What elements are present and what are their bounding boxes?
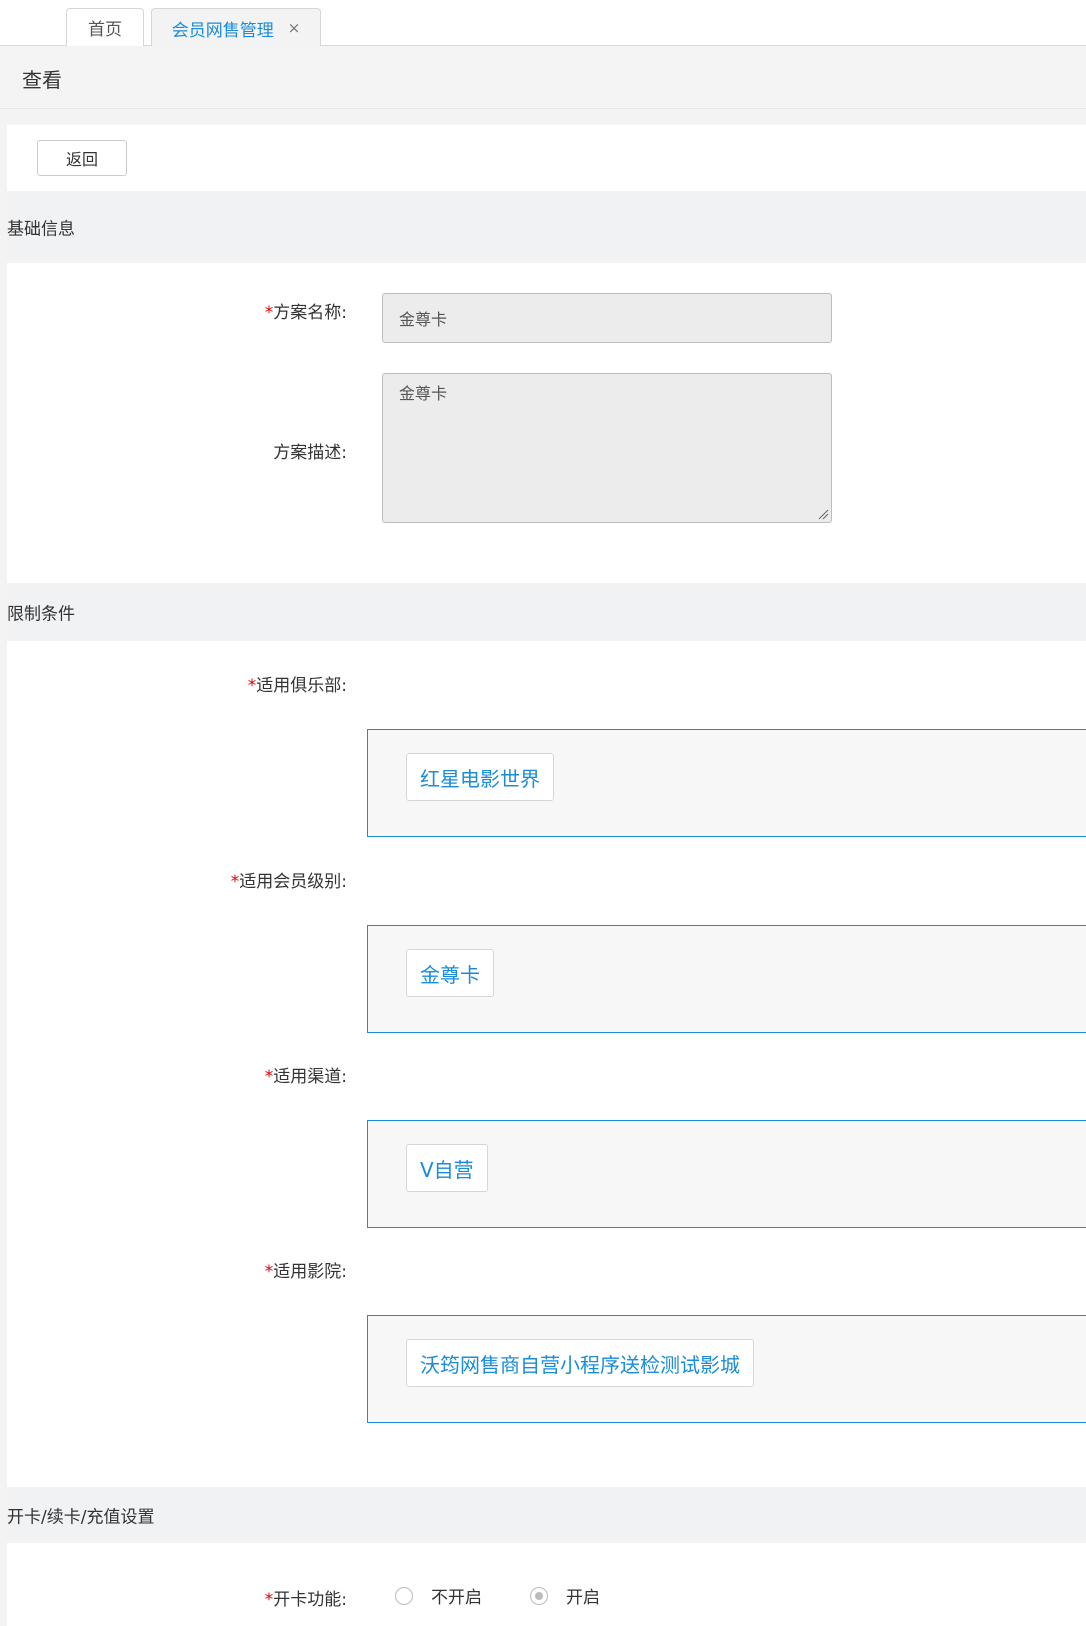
levels-label: *适用会员级别: bbox=[230, 872, 347, 892]
club-tag[interactable]: 红星电影世界 bbox=[406, 753, 554, 801]
plan-name-field[interactable]: 金尊卡 bbox=[382, 293, 832, 343]
required-mark: * bbox=[264, 1590, 274, 1610]
section-header-restrictions: 限制条件 bbox=[7, 583, 1086, 641]
clubs-label: *适用俱乐部: bbox=[247, 676, 347, 696]
section-title: 基础信息 bbox=[7, 219, 75, 240]
open-card-radio-group: 不开启 开启 bbox=[395, 1583, 600, 1608]
required-mark: * bbox=[247, 676, 257, 696]
required-mark: * bbox=[264, 1262, 274, 1282]
restrictions-panel: *适用俱乐部: 红星电影世界 *适用会员级别: 金尊卡 *适用渠道: V自营 *… bbox=[7, 641, 1086, 1487]
tab-member-online-sales-label: 会员网售管理 bbox=[171, 20, 274, 41]
channel-tag[interactable]: V自营 bbox=[406, 1144, 488, 1192]
section-title: 开卡/续卡/充值设置 bbox=[7, 1507, 155, 1528]
plan-name-label: *方案名称: bbox=[264, 303, 347, 323]
tab-member-online-sales[interactable]: 会员网售管理 × bbox=[151, 8, 321, 47]
tab-bar: 首页 会员网售管理 × bbox=[0, 0, 1086, 47]
card-settings-panel: *开卡功能: 不开启 开启 bbox=[7, 1543, 1086, 1626]
tab-home[interactable]: 首页 bbox=[66, 8, 144, 46]
close-icon[interactable]: × bbox=[288, 19, 301, 37]
plan-desc-label: 方案描述: bbox=[273, 443, 347, 463]
required-mark: * bbox=[230, 872, 240, 892]
required-mark: * bbox=[264, 1067, 274, 1087]
required-mark: * bbox=[264, 303, 274, 323]
channels-label: *适用渠道: bbox=[264, 1067, 347, 1087]
toolbar: 返回 bbox=[7, 125, 1086, 191]
open-card-label: *开卡功能: bbox=[264, 1590, 347, 1610]
section-header-basic: 基础信息 bbox=[7, 191, 1086, 263]
radio-option-off[interactable]: 不开启 bbox=[395, 1583, 482, 1608]
section-title: 限制条件 bbox=[7, 604, 75, 625]
back-button[interactable]: 返回 bbox=[37, 140, 127, 176]
section-header-card-settings: 开卡/续卡/充值设置 bbox=[7, 1487, 1086, 1543]
page-header: 查看 bbox=[0, 46, 1086, 109]
clubs-tag-box[interactable]: 红星电影世界 bbox=[367, 729, 1086, 837]
levels-tag-box[interactable]: 金尊卡 bbox=[367, 925, 1086, 1033]
tab-home-label: 首页 bbox=[88, 20, 122, 40]
plan-desc-textarea[interactable]: 金尊卡 bbox=[382, 373, 832, 523]
level-tag[interactable]: 金尊卡 bbox=[406, 949, 494, 997]
radio-circle-icon[interactable] bbox=[395, 1586, 413, 1605]
resize-grip-icon[interactable] bbox=[817, 508, 829, 520]
cinema-tag[interactable]: 沃筠网售商自营小程序送检测试影城 bbox=[406, 1339, 754, 1387]
cinemas-label: *适用影院: bbox=[264, 1262, 347, 1282]
basic-info-panel: *方案名称: 金尊卡 方案描述: 金尊卡 bbox=[7, 263, 1086, 583]
channels-tag-box[interactable]: V自营 bbox=[367, 1120, 1086, 1228]
radio-checked-icon[interactable] bbox=[530, 1586, 548, 1605]
cinemas-tag-box[interactable]: 沃筠网售商自营小程序送检测试影城 bbox=[367, 1315, 1086, 1423]
radio-option-on[interactable]: 开启 bbox=[530, 1583, 600, 1608]
page-title: 查看 bbox=[22, 68, 62, 92]
